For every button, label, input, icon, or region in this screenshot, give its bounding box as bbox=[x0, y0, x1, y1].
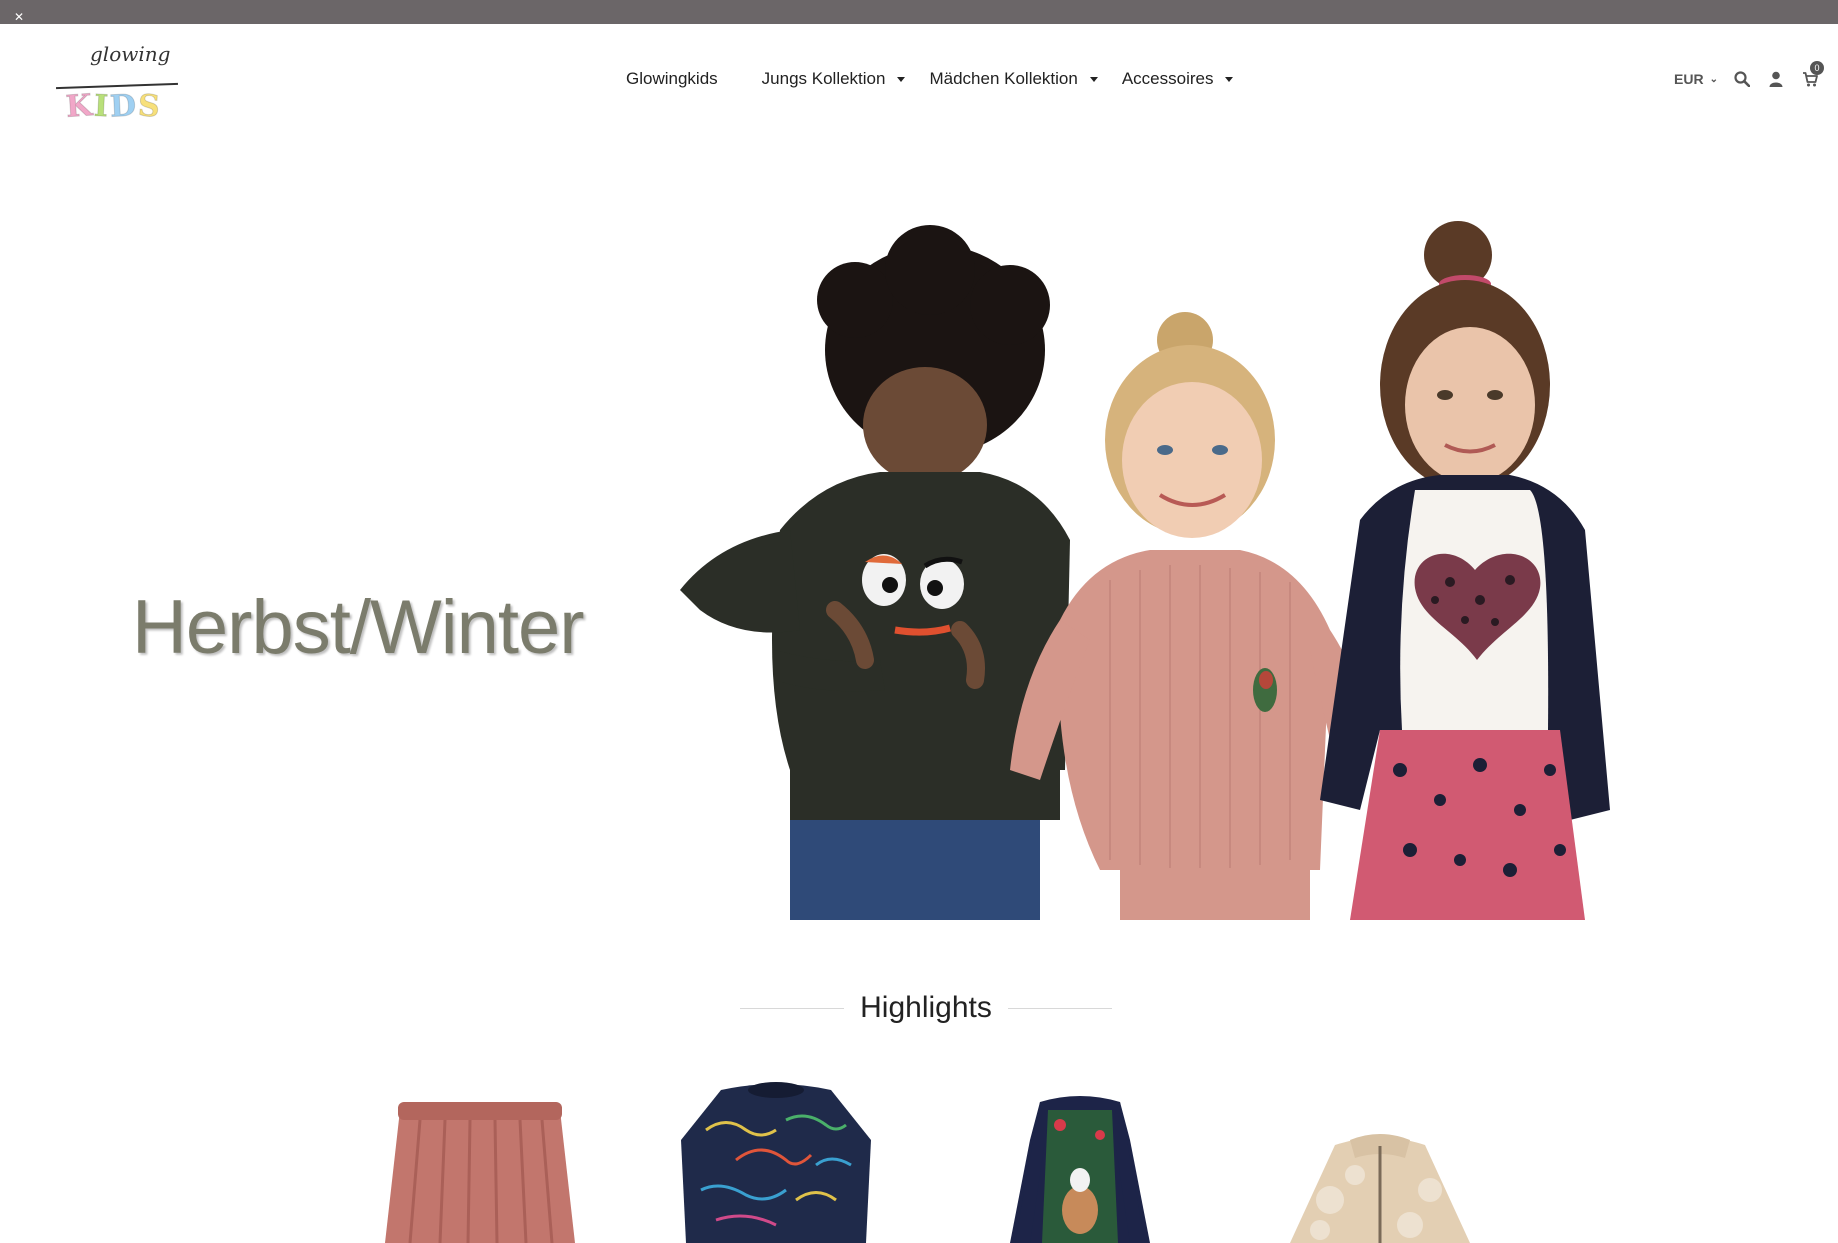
highlights-title: Highlights bbox=[860, 991, 992, 1024]
logo-letter: S bbox=[136, 88, 162, 125]
logo-letter: K bbox=[64, 88, 94, 126]
nav-item-accessoires[interactable]: Accessoires bbox=[1122, 69, 1234, 89]
main-nav: Glowingkids Jungs Kollektion Mädchen Kol… bbox=[626, 64, 1277, 94]
hero-banner[interactable]: Herbst/Winter bbox=[0, 124, 1838, 924]
site-header: glowing K I D S Glowingkids Jungs Kollek… bbox=[0, 24, 1838, 125]
currency-label: EUR bbox=[1674, 71, 1704, 87]
nav-item-jungs-kollektion[interactable]: Jungs Kollektion bbox=[762, 69, 906, 89]
cart-icon[interactable]: 0 bbox=[1800, 61, 1824, 89]
child-middle-figure bbox=[1010, 312, 1370, 920]
site-logo[interactable]: glowing K I D S bbox=[52, 40, 182, 130]
nav-item-label: Accessoires bbox=[1121, 69, 1214, 88]
chevron-down-icon: ⌄ bbox=[1709, 73, 1718, 85]
logo-letters: K I D S bbox=[64, 88, 162, 126]
caret-down-icon bbox=[1089, 76, 1098, 82]
product-image-skirt[interactable] bbox=[380, 1080, 580, 1243]
child-left-figure bbox=[680, 225, 1070, 920]
nav-item-maedchen-kollektion[interactable]: Mädchen Kollektion bbox=[929, 69, 1098, 89]
logo-letter: I bbox=[93, 88, 110, 125]
nav-item-label: Mädchen Kollektion bbox=[929, 69, 1078, 88]
nav-item-label: Jungs Kollektion bbox=[761, 69, 886, 88]
cart-count-badge: 0 bbox=[1809, 61, 1824, 75]
nav-item-glowingkids[interactable]: Glowingkids bbox=[626, 69, 718, 89]
hero-title: Herbst/Winter bbox=[132, 585, 585, 670]
user-icon[interactable] bbox=[1766, 69, 1786, 89]
header-tools: EUR ⌄ 0 bbox=[1674, 61, 1824, 94]
highlights-heading: Highlights bbox=[740, 986, 1113, 1030]
hero-children-image bbox=[680, 221, 1610, 920]
search-icon[interactable] bbox=[1732, 69, 1752, 89]
caret-down-icon bbox=[1225, 76, 1234, 82]
child-right-figure bbox=[1320, 221, 1610, 920]
heading-divider bbox=[740, 1007, 845, 1009]
caret-down-icon bbox=[897, 76, 906, 82]
product-image-deer-dress[interactable] bbox=[1000, 1080, 1160, 1243]
logo-script: glowing bbox=[90, 42, 171, 66]
logo-line bbox=[56, 82, 178, 90]
nav-item-label: Glowingkids bbox=[626, 69, 718, 88]
currency-selector[interactable]: EUR ⌄ bbox=[1674, 71, 1718, 87]
product-image-bomber-jacket[interactable] bbox=[1280, 1080, 1480, 1243]
announcement-bar: ✕ bbox=[0, 0, 1838, 24]
highlights-products bbox=[0, 1080, 1838, 1243]
close-icon[interactable]: ✕ bbox=[12, 10, 26, 24]
heading-divider bbox=[1007, 1007, 1113, 1009]
product-image-dino-sweater[interactable] bbox=[676, 1080, 876, 1243]
logo-letter: D bbox=[109, 88, 138, 125]
